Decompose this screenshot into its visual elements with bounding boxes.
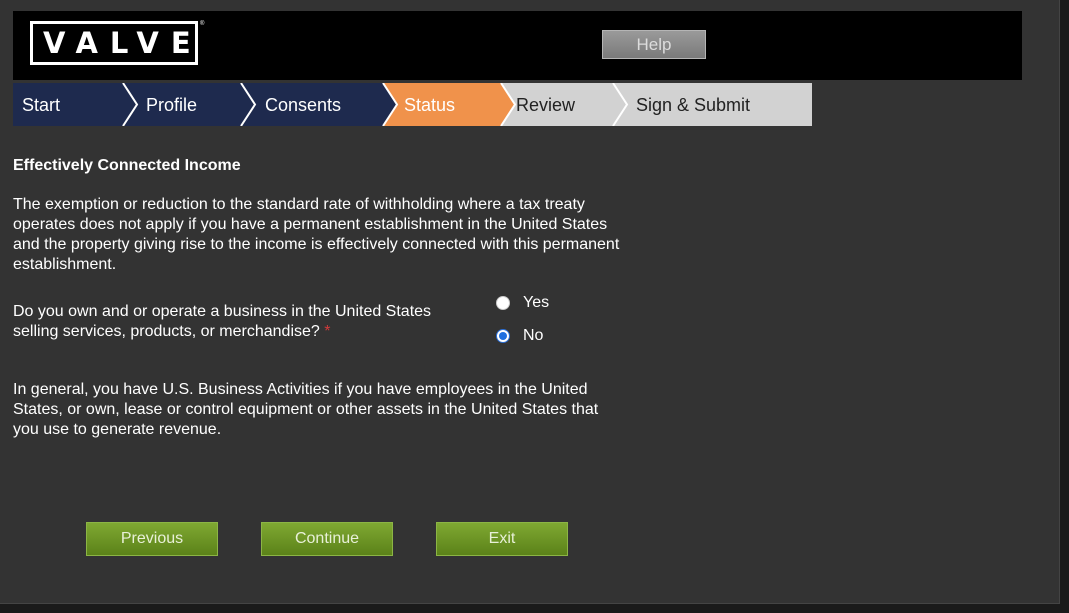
required-marker: * (324, 323, 331, 340)
step-sign-submit: Sign & Submit (636, 95, 751, 115)
step-start[interactable]: Start (22, 83, 60, 126)
valve-logo: VALVE (30, 21, 198, 65)
step-status[interactable]: Status (404, 83, 455, 126)
exit-button[interactable]: Exit (436, 522, 568, 556)
radio-no[interactable] (496, 329, 510, 343)
option-no-label: No (523, 327, 544, 344)
business-question-text: Do you own and or operate a business in … (13, 303, 432, 340)
option-no[interactable]: No (496, 327, 543, 345)
step-review: Review (516, 95, 576, 115)
step-profile[interactable]: Profile (146, 83, 197, 126)
help-button[interactable]: Help (602, 30, 706, 59)
business-activities-text: In general, you have U.S. Business Activ… (13, 381, 599, 438)
continue-button[interactable]: Continue (261, 522, 393, 556)
application-window: VALVE ® Help Start Profile Consents Stat… (0, 0, 1060, 604)
section-title: Effectively Connected Income (13, 157, 241, 174)
business-question: Do you own and or operate a business in … (13, 302, 433, 342)
treaty-explanation-text: The exemption or reduction to the standa… (13, 196, 620, 273)
step-consents[interactable]: Consents (265, 83, 341, 126)
option-yes[interactable]: Yes (496, 294, 549, 312)
previous-button[interactable]: Previous (86, 522, 218, 556)
registered-mark: ® (200, 21, 205, 27)
radio-yes[interactable] (496, 296, 510, 310)
progress-steps: Start Profile Consents Status Review Sig… (13, 83, 812, 126)
option-yes-label: Yes (523, 294, 550, 311)
header-bar: VALVE ® Help (13, 11, 1022, 80)
